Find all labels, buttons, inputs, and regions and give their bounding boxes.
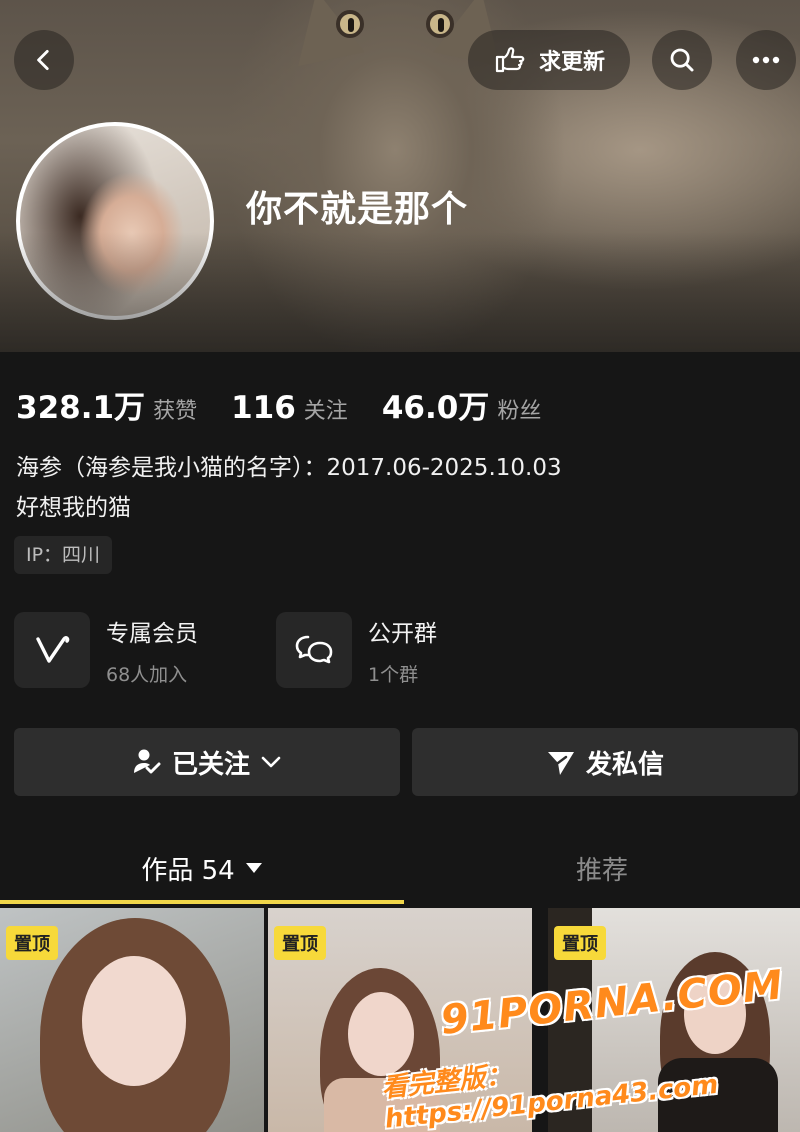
profile-bio: 海参（海参是我小猫的名字）：2017.06-2025.10.03 好想我的猫 (16, 448, 562, 528)
exclusive-member-count: 68人加入 (106, 663, 188, 686)
send-message-label: 发私信 (585, 749, 664, 780)
search-button[interactable] (652, 30, 712, 90)
pointing-hand-icon (495, 47, 525, 73)
exclusive-member-card[interactable]: 专属会员 68人加入 (14, 612, 198, 688)
stat-followers[interactable]: 46.0万 粉丝 (382, 382, 542, 427)
thumbnail-art (82, 956, 186, 1086)
user-check-icon (133, 749, 161, 774)
exclusive-member-title: 专属会员 (106, 620, 198, 647)
paper-plane-icon (547, 752, 574, 775)
feature-icon-box (14, 612, 90, 688)
stat-likes-label: 获赞 (153, 399, 198, 424)
tab-works-label: 作品 54 (141, 855, 235, 886)
stat-following-value: 116 (231, 390, 296, 426)
chevron-left-icon (37, 49, 49, 71)
tab-recommend[interactable]: 推荐 (404, 846, 800, 890)
tab-works[interactable]: 作品 54 (0, 846, 404, 890)
active-tab-indicator (0, 900, 404, 904)
video-thumbnail[interactable]: 置顶 (0, 908, 264, 1132)
bio-line: 好想我的猫 (16, 495, 131, 521)
send-message-button[interactable]: 发私信 (412, 728, 798, 796)
profile-stats: 328.1万 获赞 116 关注 46.0万 粉丝 (16, 382, 575, 427)
tab-recommend-label: 推荐 (575, 855, 628, 886)
stat-following[interactable]: 116 关注 (231, 390, 348, 426)
bio-line: 海参（海参是我小猫的名字）：2017.06-2025.10.03 (16, 455, 562, 481)
profile-username: 你不就是那个 (246, 189, 469, 230)
stat-followers-label: 粉丝 (497, 399, 542, 424)
thumbnail-art (348, 992, 414, 1076)
more-button[interactable] (736, 30, 796, 90)
caret-down-icon (245, 863, 262, 873)
stat-likes[interactable]: 328.1万 获赞 (16, 382, 197, 427)
public-group-card[interactable]: 公开群 1个群 (276, 612, 437, 688)
public-group-count: 1个群 (368, 663, 419, 686)
request-update-label: 求更新 (538, 50, 605, 75)
stat-likes-value: 328.1万 (16, 390, 146, 426)
profile-header: 求更新 你不就是那个 (0, 0, 800, 352)
public-group-title: 公开群 (368, 620, 437, 647)
pinned-badge: 置顶 (554, 926, 606, 960)
search-icon (670, 48, 694, 72)
more-dots-icon (752, 56, 780, 64)
banner-cat-eye (426, 10, 454, 38)
pinned-badge: 置顶 (6, 926, 58, 960)
v-member-icon (36, 636, 70, 663)
back-button[interactable] (14, 30, 74, 90)
avatar[interactable] (16, 122, 214, 320)
request-update-button[interactable]: 求更新 (468, 30, 630, 90)
feature-icon-box (276, 612, 352, 688)
chevron-down-icon (261, 756, 281, 768)
stat-following-label: 关注 (303, 399, 348, 424)
followed-button[interactable]: 已关注 (14, 728, 400, 796)
followed-label: 已关注 (171, 749, 250, 780)
ip-location-tag: IP：四川 (14, 536, 113, 574)
pinned-badge: 置顶 (274, 926, 326, 960)
banner-cat-eye (336, 10, 364, 38)
stat-followers-value: 46.0万 (381, 390, 490, 426)
group-chat-icon (295, 635, 333, 664)
